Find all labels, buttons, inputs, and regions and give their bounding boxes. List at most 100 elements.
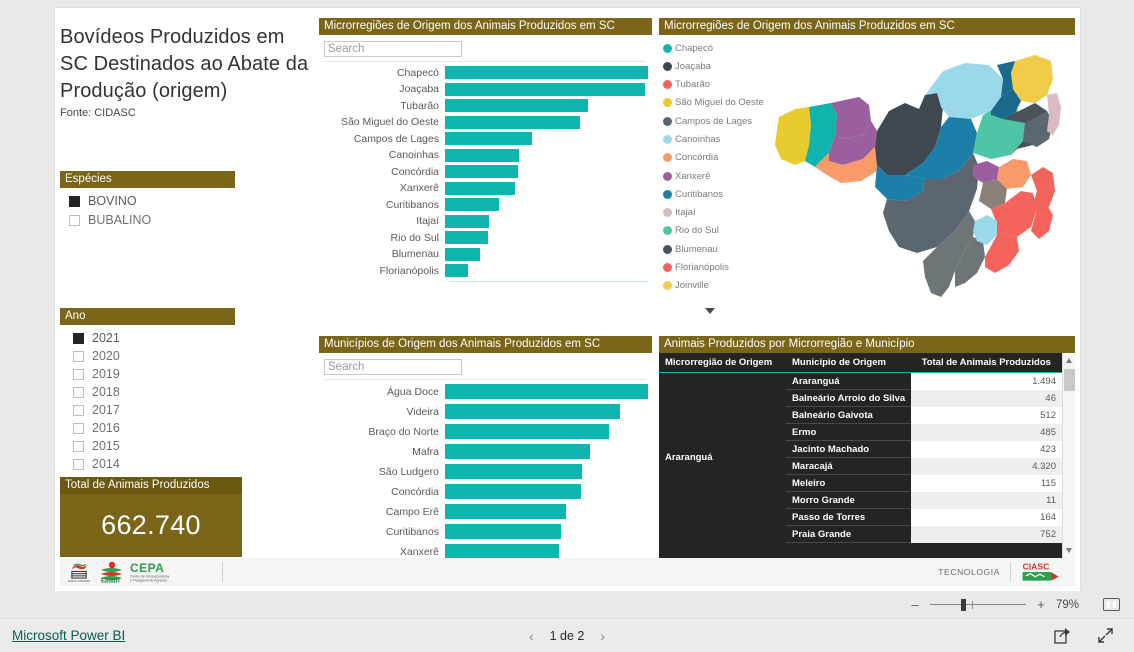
checkbox-icon[interactable] (73, 458, 84, 470)
map-legend-item[interactable]: Concórdia (663, 151, 765, 165)
municipio-row[interactable]: São Ludgero (319, 464, 648, 479)
municipio-bar[interactable] (445, 444, 591, 459)
microrregiao-bar[interactable] (445, 115, 580, 129)
municipio-row[interactable]: Água Doce (319, 384, 648, 399)
map-legend-item[interactable]: Joaçaba (663, 59, 765, 73)
zoom-slider[interactable] (930, 598, 1026, 611)
slicer-item-2015[interactable]: 2015 (69, 438, 235, 454)
microrregiao-bar[interactable] (445, 148, 520, 162)
municipio-bar[interactable] (445, 484, 581, 499)
col-header-total[interactable]: Total de Animais Produzidos (910, 353, 1062, 373)
municipio-bar[interactable] (445, 424, 610, 439)
microrregioes-search-input[interactable] (324, 41, 462, 57)
slicer-item-2016[interactable]: 2016 (69, 420, 235, 436)
municipio-row[interactable]: Xanxerê (319, 544, 648, 559)
microrregiao-bar[interactable] (445, 247, 480, 261)
municipio-row[interactable]: Braço do Norte (319, 424, 648, 439)
slicer-item-2021[interactable]: 2021 (69, 330, 235, 346)
checkbox-icon[interactable] (73, 386, 84, 398)
municipio-row[interactable]: Campo Erê (319, 504, 648, 519)
municipio-row[interactable]: Videira (319, 404, 648, 419)
microrregiao-row[interactable]: Curitibanos (319, 198, 648, 211)
microrregiao-row[interactable]: Xanxerê (319, 181, 648, 195)
microrregiao-bar[interactable] (445, 165, 519, 178)
table-vertical-scrollbar[interactable] (1062, 353, 1075, 558)
slicer-item-2017[interactable]: 2017 (69, 402, 235, 418)
zoom-out-button[interactable]: – (909, 597, 921, 612)
checkbox-icon[interactable] (73, 440, 84, 452)
microrregiao-row[interactable]: Blumenau (319, 247, 648, 261)
scroll-down-icon[interactable] (1066, 548, 1072, 553)
checkbox-icon[interactable] (73, 368, 84, 380)
microrregiao-bar[interactable] (445, 198, 499, 211)
municipio-bar[interactable] (445, 524, 561, 539)
map-legend-item[interactable]: Tubarão (663, 78, 765, 92)
microsoft-power-bi-link[interactable]: Microsoft Power BI (12, 628, 125, 643)
microrregiao-row[interactable]: Florianópolis (319, 264, 648, 277)
fit-to-page-icon[interactable] (1103, 598, 1120, 611)
municipio-row[interactable]: Concórdia (319, 484, 648, 499)
checkbox-icon[interactable] (69, 195, 80, 207)
municipio-row[interactable]: Mafra (319, 444, 648, 459)
municipio-row[interactable]: Curitibanos (319, 524, 648, 539)
municipio-bar[interactable] (445, 404, 620, 419)
map-legend-item[interactable]: Joinville (663, 279, 765, 293)
checkbox-icon[interactable] (69, 214, 80, 226)
checkbox-icon[interactable] (73, 350, 84, 362)
slicer-item-2014[interactable]: 2014 (69, 456, 235, 472)
scrollbar-thumb[interactable] (1064, 369, 1075, 391)
microrregiao-bar[interactable] (445, 82, 645, 96)
checkbox-icon[interactable] (73, 404, 84, 416)
checkbox-icon[interactable] (73, 332, 84, 344)
microrregiao-row[interactable]: Chapecó (319, 66, 648, 79)
col-header-municipio[interactable]: Município de Origem (786, 353, 911, 373)
zoom-in-button[interactable]: + (1035, 597, 1047, 612)
municipio-bar[interactable] (445, 504, 566, 519)
slicer-item-bubalino[interactable]: BUBALINO (69, 212, 235, 228)
municipio-bar[interactable] (445, 464, 583, 479)
microrregiao-row[interactable]: Rio do Sul (319, 231, 648, 244)
slicer-item-2019[interactable]: 2019 (69, 366, 235, 382)
microrregiao-bar[interactable] (445, 264, 469, 277)
microrregiao-row[interactable]: Concórdia (319, 165, 648, 178)
municipios-search-input[interactable] (324, 359, 462, 375)
map-legend-item[interactable]: Itajaí (663, 206, 765, 220)
previous-page-icon[interactable]: ‹ (529, 628, 534, 644)
map-legend-item[interactable]: Chapecó (663, 41, 765, 55)
map-canvas-santa-catarina[interactable] (765, 35, 1075, 324)
municipio-bar[interactable] (445, 544, 559, 559)
col-header-microrregiao[interactable]: Microrregião de Origem (659, 353, 786, 373)
slicer-item-2018[interactable]: 2018 (69, 384, 235, 400)
microrregiao-bar[interactable] (445, 231, 488, 244)
checkbox-icon[interactable] (73, 422, 84, 434)
municipio-bar[interactable] (445, 384, 648, 399)
map-legend-item[interactable]: Rio do Sul (663, 224, 765, 238)
map-legend-item[interactable]: Florianópolis (663, 261, 765, 275)
slicer-item-2020[interactable]: 2020 (69, 348, 235, 364)
microrregiao-row[interactable]: São Miguel do Oeste (319, 115, 648, 129)
microrregiao-bar[interactable] (445, 66, 648, 79)
map-legend-item[interactable]: Blumenau (663, 242, 765, 256)
table-row[interactable]: Araranguá Araranguá 1.494 (659, 372, 1062, 543)
map-legend-item[interactable]: Campos de Lages (663, 114, 765, 128)
microrregiao-bar[interactable] (445, 214, 489, 228)
microrregiao-bar[interactable] (445, 181, 516, 195)
map-legend-item[interactable]: Xanxerê (663, 169, 765, 183)
microrregiao-bar[interactable] (445, 132, 533, 145)
scroll-up-icon[interactable] (1066, 358, 1072, 363)
share-export-icon[interactable] (1054, 627, 1071, 644)
zoom-slider-thumb[interactable] (961, 598, 966, 611)
next-page-icon[interactable]: › (600, 628, 605, 644)
microrregiao-row[interactable]: Joaçaba (319, 82, 648, 96)
microrregiao-row[interactable]: Itajaí (319, 214, 648, 228)
fullscreen-expand-icon[interactable] (1097, 627, 1114, 644)
microrregiao-row[interactable]: Tubarão (319, 99, 648, 112)
map-legend-item[interactable]: Canoinhas (663, 132, 765, 146)
slicer-item-bovino[interactable]: BOVINO (69, 193, 235, 209)
microrregiao-bar[interactable] (445, 99, 589, 112)
chevron-down-icon[interactable] (705, 308, 715, 314)
microrregiao-row[interactable]: Campos de Lages (319, 132, 648, 145)
map-legend-item[interactable]: Curitibanos (663, 187, 765, 201)
microrregiao-row[interactable]: Canoinhas (319, 148, 648, 162)
map-legend-item[interactable]: São Miguel do Oeste (663, 96, 765, 110)
